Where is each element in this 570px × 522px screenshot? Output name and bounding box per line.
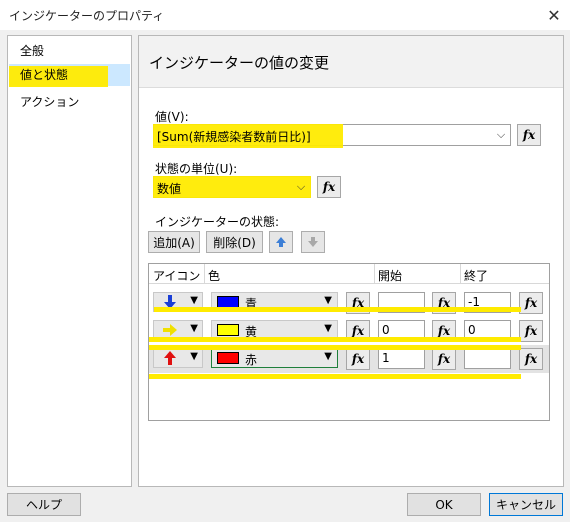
unit-label: 状態の単位(U): xyxy=(155,162,238,176)
value-combobox[interactable]: [Sum(新規感染者数前日比)] ⌵ xyxy=(153,124,511,148)
delete-state-button[interactable]: 削除(D) xyxy=(206,231,263,253)
function-icon: fx xyxy=(351,352,365,366)
add-state-button[interactable]: 追加(A) xyxy=(148,231,200,253)
page-title: インジケーターの値の変更 xyxy=(149,54,330,72)
value-label: 値(V): xyxy=(155,110,189,124)
ok-button-label: OK xyxy=(435,497,453,512)
title-bar: インジケーターのプロパティ ✕ xyxy=(0,0,570,30)
sidebar-item-action[interactable]: アクション xyxy=(9,91,130,113)
color-name: 赤 xyxy=(245,353,258,367)
value-fx-button[interactable]: fx xyxy=(517,124,541,146)
cancel-button-label: キャンセル xyxy=(495,498,556,512)
chevron-down-icon: ▼ xyxy=(190,351,198,362)
end-input[interactable] xyxy=(464,348,511,369)
function-icon: fx xyxy=(524,296,538,310)
grid-header: アイコン 色 開始 終了 xyxy=(149,264,549,284)
highlight-mark xyxy=(154,307,521,312)
chevron-down-icon: ▼ xyxy=(324,323,332,334)
header-icon: アイコン xyxy=(153,269,201,283)
function-icon: fx xyxy=(322,180,336,194)
sidebar: 全般 値と状態 アクション xyxy=(7,35,132,487)
move-down-button[interactable] xyxy=(301,231,325,253)
chevron-down-icon: ⌵ xyxy=(496,128,506,141)
close-button[interactable]: ✕ xyxy=(538,1,570,29)
chevron-down-icon: ▼ xyxy=(190,323,198,334)
unit-combobox[interactable]: 数値 ⌵ xyxy=(153,176,311,198)
up-arrow-icon xyxy=(164,351,176,365)
header-end: 終了 xyxy=(464,269,489,283)
move-up-button[interactable] xyxy=(269,231,293,253)
start-fx-button[interactable]: fx xyxy=(432,348,456,370)
chevron-down-icon: ▼ xyxy=(324,295,332,306)
chevron-down-icon: ▼ xyxy=(190,295,198,306)
close-icon: ✕ xyxy=(547,5,561,25)
start-input[interactable]: 1 xyxy=(378,348,425,369)
states-grid: アイコン 色 開始 終了 ▼ 青 ▼ fx fx -1 fx ▼ 黄 ▼ fx … xyxy=(148,263,550,421)
sidebar-item-value-state[interactable]: 値と状態 xyxy=(9,64,130,87)
delete-button-label: 削除(D) xyxy=(213,235,256,250)
table-row[interactable]: ▼ 青 ▼ fx fx -1 fx xyxy=(149,289,549,317)
end-fx-button[interactable]: fx xyxy=(519,348,543,370)
right-arrow-icon xyxy=(163,324,177,336)
sidebar-item-label: 値と状態 xyxy=(20,68,69,82)
window-title: インジケーターのプロパティ xyxy=(9,9,165,23)
column-divider xyxy=(204,264,205,284)
function-icon: fx xyxy=(524,352,538,366)
function-icon: fx xyxy=(437,352,451,366)
column-divider xyxy=(460,264,461,284)
highlight-mark xyxy=(149,337,521,342)
unit-field: 数値 xyxy=(157,182,182,196)
function-icon: fx xyxy=(437,324,451,338)
chevron-down-icon: ▼ xyxy=(324,351,332,362)
color-swatch xyxy=(217,352,239,364)
move-down-icon xyxy=(308,237,318,247)
header-color: 色 xyxy=(208,269,221,283)
value-field: [Sum(新規感染者数前日比)] xyxy=(157,130,311,144)
color-combobox[interactable]: 赤 ▼ xyxy=(211,348,338,368)
states-label: インジケーターの状態: xyxy=(155,215,280,229)
icon-combobox[interactable]: ▼ xyxy=(153,348,203,368)
color-fx-button[interactable]: fx xyxy=(346,348,370,370)
help-button-label: ヘルプ xyxy=(25,498,62,512)
highlight-mark xyxy=(149,345,521,350)
ok-button[interactable]: OK xyxy=(407,493,481,516)
sidebar-item-general[interactable]: 全般 xyxy=(9,40,130,62)
chevron-down-icon: ⌵ xyxy=(296,180,306,193)
sidebar-item-label: アクション xyxy=(20,95,80,109)
end-fx-button[interactable]: fx xyxy=(519,292,543,314)
function-icon: fx xyxy=(524,324,538,338)
highlight-mark xyxy=(149,374,521,379)
sidebar-item-label: 全般 xyxy=(20,44,45,58)
function-icon: fx xyxy=(351,324,365,338)
unit-fx-button[interactable]: fx xyxy=(317,176,341,198)
help-button[interactable]: ヘルプ xyxy=(7,493,81,516)
main-panel: インジケーターの値の変更 値(V): [Sum(新規感染者数前日比)] ⌵ fx… xyxy=(138,35,564,487)
add-button-label: 追加(A) xyxy=(153,235,195,250)
function-icon: fx xyxy=(522,128,536,142)
end-fx-button[interactable]: fx xyxy=(519,320,543,342)
color-swatch xyxy=(217,324,239,336)
move-up-icon xyxy=(276,237,286,247)
header-start: 開始 xyxy=(378,269,403,283)
cancel-button[interactable]: キャンセル xyxy=(489,493,563,516)
column-divider xyxy=(374,264,375,284)
panel-header: インジケーターの値の変更 xyxy=(139,36,563,88)
